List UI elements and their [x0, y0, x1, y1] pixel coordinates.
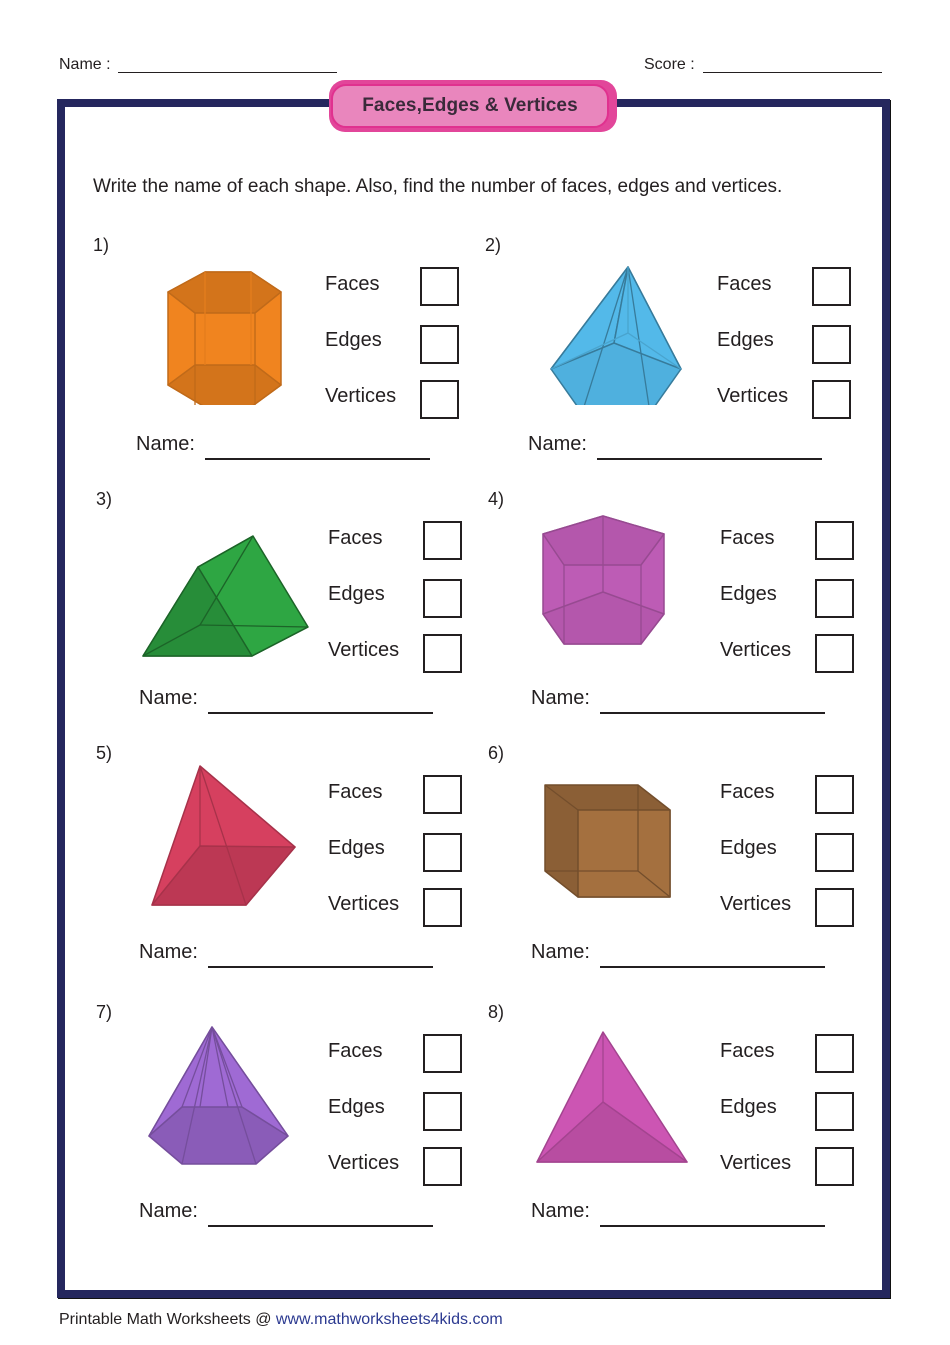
faces-label: Faces: [325, 273, 380, 295]
vertices-answer-box[interactable]: [815, 634, 854, 673]
vertices-label: Vertices: [328, 639, 400, 661]
vertices-label: Vertices: [328, 893, 400, 915]
faces-label: Faces: [720, 1040, 775, 1062]
edges-answer-box[interactable]: [420, 325, 459, 364]
vertices-answer-box[interactable]: [812, 380, 851, 419]
edges-answer-box[interactable]: [815, 1092, 854, 1131]
triangular-pyramid-figure: [536, 1031, 688, 1163]
faces-label: Faces: [328, 1040, 383, 1062]
edges-answer-box[interactable]: [423, 579, 462, 618]
footer-link[interactable]: www.mathworksheets4kids.com: [276, 1311, 503, 1328]
problem-panel-7: 7) Faces Edges Vertices Name:: [88, 997, 478, 1247]
front-face: [577, 809, 671, 898]
faces-answer-box[interactable]: [423, 521, 462, 560]
vertices-label: Vertices: [720, 893, 792, 915]
problem-panel-1: 1) Faces Edges Vertices Name:: [85, 230, 475, 480]
faces-label: Faces: [720, 781, 775, 803]
shape-name-label: Name:: [139, 941, 198, 963]
vertices-answer-box[interactable]: [815, 888, 854, 927]
footer-text: Printable Math Worksheets @: [59, 1311, 276, 1328]
faces-answer-box[interactable]: [423, 775, 462, 814]
edges-answer-box[interactable]: [423, 1092, 462, 1131]
problem-number: 5): [96, 743, 113, 763]
shape-name-field[interactable]: [208, 1225, 433, 1227]
problem-panel-6: 6) Faces Edges Vertices Name:: [480, 738, 870, 988]
edges-label: Edges: [328, 1096, 385, 1118]
shape-name-label: Name:: [528, 433, 587, 455]
pentagonal-pyramid-figure: [550, 266, 682, 405]
vertices-answer-box[interactable]: [423, 1147, 462, 1186]
problem-panel-2: 2) Faces Edges Vertices Name:: [477, 230, 867, 480]
faces-answer-box[interactable]: [815, 1034, 854, 1073]
instructions: Write the name of each shape. Also, find…: [93, 176, 783, 197]
student-name-field[interactable]: [118, 72, 337, 73]
cube-figure: [544, 784, 671, 898]
vertices-answer-box[interactable]: [420, 380, 459, 419]
vertices-label: Vertices: [720, 639, 792, 661]
edges-label: Edges: [328, 837, 385, 859]
name-label: Name :: [59, 56, 111, 73]
edges-answer-box[interactable]: [423, 833, 462, 872]
hexagonal-pyramid-figure: [148, 1026, 289, 1165]
worksheet-title: Faces,Edges & Vertices: [331, 84, 609, 128]
shape-name-field[interactable]: [205, 458, 430, 460]
problem-number: 8): [488, 1002, 505, 1022]
faces-answer-box[interactable]: [812, 267, 851, 306]
score-label: Score :: [644, 56, 695, 73]
problem-panel-3: 3) Faces Edges Vertices Name:: [88, 484, 478, 734]
faces-label: Faces: [720, 527, 775, 549]
problem-number: 4): [488, 489, 505, 509]
faces-label: Faces: [328, 527, 383, 549]
score-field[interactable]: [703, 72, 882, 73]
vertices-answer-box[interactable]: [423, 888, 462, 927]
edges-label: Edges: [717, 329, 774, 351]
edges-answer-box[interactable]: [812, 325, 851, 364]
problem-number: 6): [488, 743, 505, 763]
faces-answer-box[interactable]: [420, 267, 459, 306]
vertices-label: Vertices: [328, 1152, 400, 1174]
vertices-label: Vertices: [325, 385, 397, 407]
shape-name-field[interactable]: [597, 458, 822, 460]
edges-label: Edges: [325, 329, 382, 351]
edges-label: Edges: [720, 583, 777, 605]
edges-label: Edges: [720, 837, 777, 859]
edges-answer-box[interactable]: [815, 833, 854, 872]
edges-label: Edges: [328, 583, 385, 605]
shape-name-field[interactable]: [208, 712, 433, 714]
shape-name-field[interactable]: [600, 966, 825, 968]
vertices-label: Vertices: [717, 385, 789, 407]
faces-answer-box[interactable]: [815, 775, 854, 814]
faces-answer-box[interactable]: [423, 1034, 462, 1073]
shape-name-field[interactable]: [600, 1225, 825, 1227]
problem-panel-4: 4) Faces Edges Vertices Name:: [480, 484, 870, 734]
shape-name-field[interactable]: [600, 712, 825, 714]
faces-answer-box[interactable]: [815, 521, 854, 560]
problem-number: 7): [96, 1002, 113, 1022]
problem-number: 1): [93, 235, 110, 255]
shape-name-label: Name:: [531, 1200, 590, 1222]
pentagonal-prism-figure: [542, 515, 665, 645]
shape-name-label: Name:: [139, 687, 198, 709]
shape-name-label: Name:: [139, 1200, 198, 1222]
problem-panel-8: 8) Faces Edges Vertices Name:: [480, 997, 870, 1247]
shape-name-field[interactable]: [208, 966, 433, 968]
triangular-prism-figure: [142, 535, 309, 657]
edges-answer-box[interactable]: [815, 579, 854, 618]
hexagonal-prism-figure: [167, 271, 282, 405]
faces-label: Faces: [328, 781, 383, 803]
edges-label: Edges: [720, 1096, 777, 1118]
vertices-label: Vertices: [720, 1152, 792, 1174]
footer: Printable Math Worksheets @ www.mathwork…: [59, 1311, 503, 1329]
vertices-answer-box[interactable]: [815, 1147, 854, 1186]
problem-panel-5: 5) Faces Edges Vertices Name:: [88, 738, 478, 988]
shape-name-label: Name:: [531, 687, 590, 709]
faces-label: Faces: [717, 273, 772, 295]
square-pyramid-figure: [151, 765, 296, 906]
problem-number: 3): [96, 489, 113, 509]
problem-number: 2): [485, 235, 502, 255]
shape-name-label: Name:: [136, 433, 195, 455]
shape-name-label: Name:: [531, 941, 590, 963]
vertices-answer-box[interactable]: [423, 634, 462, 673]
